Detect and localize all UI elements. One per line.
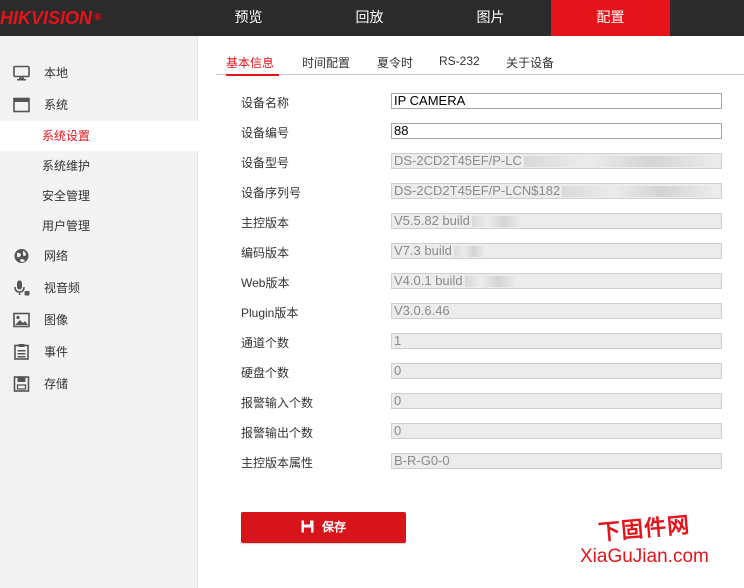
alarm-input-count-label: 报警输入个数 — [241, 396, 314, 410]
hdd-count-field: 0 — [391, 363, 722, 379]
device-name-label: 设备名称 — [241, 96, 290, 110]
microphone-icon — [14, 280, 30, 296]
hdd-count-label: 硬盘个数 — [241, 366, 290, 380]
tab-time-settings[interactable]: 时间配置 — [302, 54, 350, 75]
encoding-version-label: 编码版本 — [241, 246, 290, 260]
channel-count-label: 通道个数 — [241, 336, 290, 350]
save-button[interactable]: 保存 — [241, 512, 406, 543]
device-number-input[interactable]: 88 — [391, 123, 722, 139]
watermark-logo: 下固件网 — [597, 513, 692, 546]
list-icon — [14, 344, 29, 360]
storage-icon — [13, 376, 30, 392]
save-button-label: 保存 — [321, 520, 346, 534]
sidebar-item-network[interactable]: 网络 — [0, 241, 198, 271]
plugin-version-label: Plugin版本 — [241, 306, 299, 320]
sidebar-subitem-system-maintenance[interactable]: 系统维护 — [0, 151, 198, 181]
device-model-label: 设备型号 — [241, 156, 290, 170]
sidebar-item-event[interactable]: 事件 — [0, 337, 198, 367]
alarm-output-count-field: 0 — [391, 423, 722, 439]
firmware-version-label: 主控版本 — [241, 216, 290, 230]
nav-picture[interactable]: 图片 — [430, 0, 551, 36]
save-icon — [301, 520, 314, 533]
settings-tabs: 基本信息 时间配置 夏令时 RS-232 关于设备 — [216, 50, 744, 76]
sidebar-subitem-system-settings[interactable]: 系统设置 — [0, 121, 198, 151]
hikvision-logo: HIKVISION ® — [0, 8, 102, 28]
plugin-version-field: V3.0.6.46 — [391, 303, 722, 319]
firmware-version-field: V5.5.82 build — [391, 213, 722, 229]
alarm-output-count-label: 报警输出个数 — [241, 426, 314, 440]
serial-number-label: 设备序列号 — [241, 186, 302, 200]
sidebar-item-video-audio[interactable]: 视音频 — [0, 273, 198, 303]
monitor-icon — [13, 65, 30, 81]
nav-preview[interactable]: 预览 — [188, 0, 309, 36]
alarm-input-count-field: 0 — [391, 393, 722, 409]
sidebar: 本地 系统 系统设置 系统维护 安全管理 用户管理 网络 视音频 图像 事件 存… — [0, 36, 198, 588]
web-version-field: V4.0.1 build — [391, 273, 722, 289]
encoding-version-field: V7.3 build — [391, 243, 722, 259]
tab-dst[interactable]: 夏令时 — [377, 54, 413, 75]
firmware-attribute-label: 主控版本属性 — [241, 456, 314, 470]
serial-number-field: DS-2CD2T45EF/P-LCN$182 — [391, 183, 722, 199]
watermark-url: XiaGuJian.com — [580, 546, 709, 567]
device-model-field: DS-2CD2T45EF/P-LC — [391, 153, 722, 169]
firmware-attribute-field: B-R-G0-0 — [391, 453, 722, 469]
sidebar-item-local[interactable]: 本地 — [0, 58, 198, 88]
sidebar-item-image[interactable]: 图像 — [0, 305, 198, 335]
channel-count-field: 1 — [391, 333, 722, 349]
web-version-label: Web版本 — [241, 276, 290, 290]
top-nav: 预览 回放 图片 配置 — [188, 0, 670, 36]
device-number-label: 设备编号 — [241, 126, 290, 140]
tab-about-device[interactable]: 关于设备 — [506, 54, 554, 75]
nav-configuration[interactable]: 配置 — [551, 0, 670, 36]
device-name-input[interactable]: IP CAMERA — [391, 93, 722, 109]
sidebar-item-storage[interactable]: 存储 — [0, 369, 198, 399]
system-icon — [13, 97, 30, 113]
top-bar: HIKVISION ® 预览 回放 图片 配置 — [0, 0, 744, 36]
sidebar-item-system[interactable]: 系统 — [0, 90, 198, 120]
sidebar-subitem-security[interactable]: 安全管理 — [0, 181, 198, 211]
tab-basic-info[interactable]: 基本信息 — [226, 54, 279, 76]
nav-playback[interactable]: 回放 — [309, 0, 430, 36]
globe-icon — [14, 249, 29, 263]
tab-rs232[interactable]: RS-232 — [439, 54, 480, 75]
image-icon — [13, 312, 30, 328]
sidebar-subitem-user-management[interactable]: 用户管理 — [0, 211, 198, 241]
